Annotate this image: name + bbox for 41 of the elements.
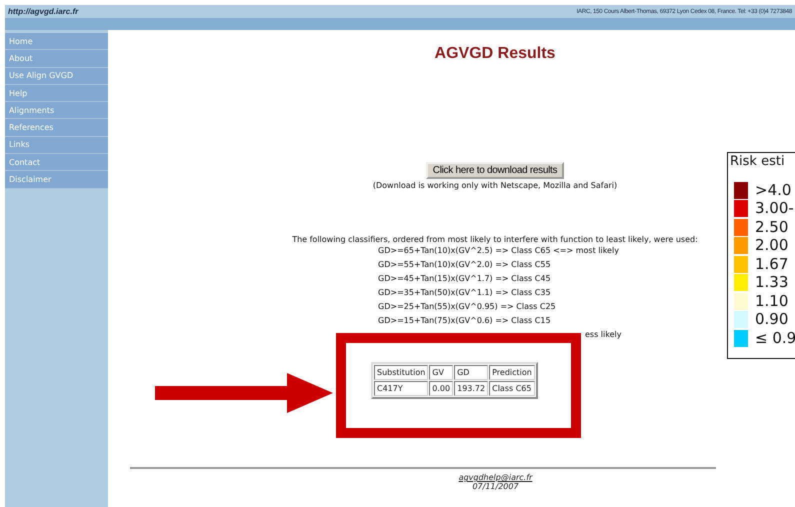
sidebar-item[interactable]: Disclaimer bbox=[5, 171, 108, 189]
sidebar-item[interactable]: Help bbox=[5, 84, 108, 102]
email-link[interactable]: agvgdhelp@iarc.fr bbox=[458, 473, 532, 482]
table-cell: Class C65 bbox=[489, 381, 535, 396]
site-url: http://agvgd.iarc.fr bbox=[8, 7, 78, 16]
sidebar-item[interactable]: Contact bbox=[5, 154, 108, 172]
classifiers-intro: The following classifiers, ordered from most likely to interfere with function to least likely, were used: bbox=[292, 235, 698, 244]
classifier-line: GD>=25+Tan(55)x(GV^0.95) => Class C25 bbox=[378, 301, 557, 313]
page-title: AGVGD Results bbox=[434, 45, 556, 63]
sidebar-item[interactable]: About bbox=[5, 50, 108, 68]
legend-label: 1.10 bbox=[755, 294, 788, 309]
download-button[interactable]: Click here to download results bbox=[426, 162, 564, 179]
legend-label: 3.00- bbox=[755, 201, 794, 216]
sidebar-item[interactable]: Use Align GVGD bbox=[5, 68, 108, 85]
date-text: 07/11/2007 bbox=[472, 482, 519, 491]
classifier-line: GD>=15+Tan(75)x(GV^0.6) => Class C15 bbox=[378, 315, 552, 327]
legend-label: 1.33 bbox=[755, 275, 788, 290]
legend-label: 0.90 bbox=[755, 312, 788, 328]
column-header: GV bbox=[429, 365, 454, 380]
legend-label: 2.00 bbox=[755, 238, 788, 254]
table-cell: 0.00 bbox=[429, 381, 454, 396]
legend-title: Risk esti bbox=[730, 154, 786, 169]
legend-label: >4.0 bbox=[755, 182, 792, 198]
table-cell: 193.72 bbox=[454, 381, 488, 396]
classifier-line: GD>=65+Tan(10)x(GV^2.5) => Class C65 <=> most likely bbox=[378, 245, 619, 257]
classifier-line: GD>=45+Tan(15)x(GV^1.7) => Class C45 bbox=[378, 273, 552, 285]
legend-label: 1.67 bbox=[755, 256, 788, 272]
table-cell: C417Y bbox=[374, 381, 428, 396]
legend-label: ≤ 0.9 bbox=[755, 330, 795, 346]
sidebar-item[interactable]: Home bbox=[5, 33, 108, 50]
column-header: GD bbox=[454, 365, 488, 380]
sidebar-item[interactable]: References bbox=[5, 119, 108, 137]
download-note: (Download is working only with Netscape, Mozilla and Safari) bbox=[372, 181, 618, 190]
column-header: Substitution bbox=[374, 365, 428, 380]
column-header: Prediction bbox=[489, 365, 535, 380]
classifier-line: ess likely bbox=[585, 329, 622, 341]
classifier-line: GD>=55+Tan(10)x(GV^2.0) => Class C55 bbox=[378, 259, 552, 271]
legend-label: 2.50 bbox=[755, 220, 788, 235]
sidebar-item[interactable]: Alignments bbox=[5, 102, 108, 120]
sidebar-item[interactable]: Links bbox=[5, 136, 108, 154]
classifier-line: GD>=35+Tan(50)x(GV^1.1) => Class C35 bbox=[378, 287, 552, 299]
